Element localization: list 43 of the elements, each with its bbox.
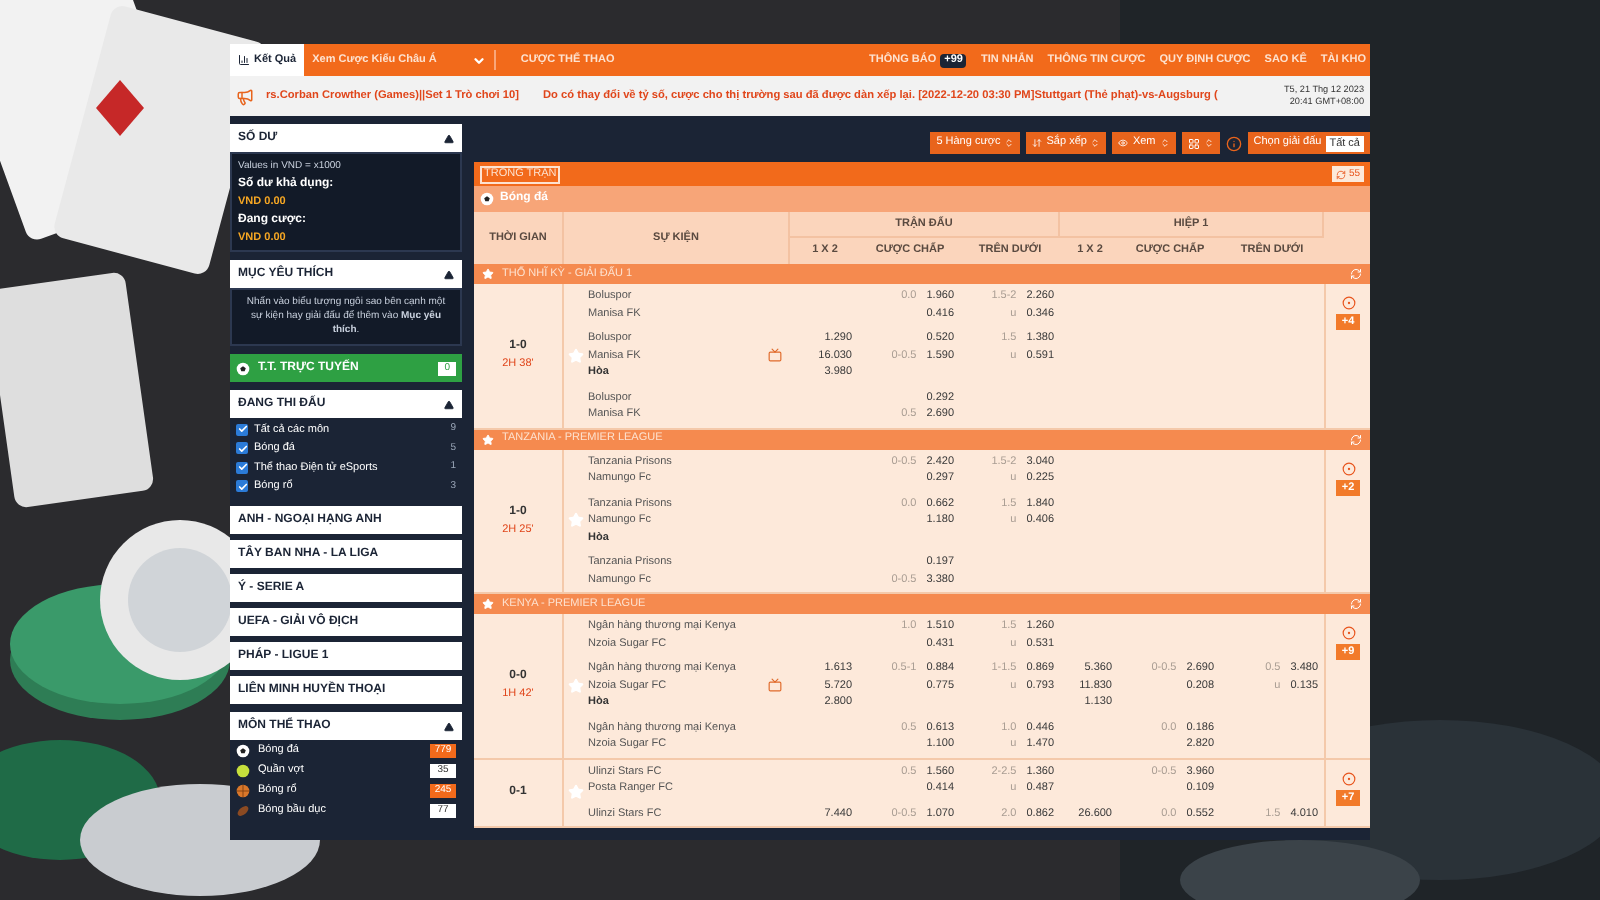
collapse-icon[interactable]: [444, 721, 454, 731]
chart-icon: [238, 54, 250, 66]
soccer-ball-icon: [236, 361, 250, 375]
layout-select[interactable]: [1181, 132, 1220, 154]
collapse-icon[interactable]: [444, 133, 454, 143]
chevrons-icon: [1159, 138, 1170, 148]
star-icon[interactable]: [482, 433, 494, 445]
tv-icon[interactable]: [768, 348, 782, 363]
star-icon[interactable]: [568, 784, 584, 801]
tennis-ball-icon: [236, 763, 250, 777]
info-icon[interactable]: [1225, 135, 1242, 151]
refresh-icon[interactable]: [1350, 433, 1362, 445]
star-icon[interactable]: [568, 677, 584, 694]
stats-icon[interactable]: [1341, 461, 1355, 475]
sort-icon: [1032, 138, 1043, 148]
caret-icon: [472, 53, 487, 67]
soccer-ball-icon: [480, 192, 494, 206]
collapse-icon[interactable]: [444, 399, 454, 409]
chevrons-icon: [1004, 138, 1015, 148]
checkbox[interactable]: [236, 442, 248, 455]
refresh-icon[interactable]: [1350, 268, 1362, 280]
star-icon[interactable]: [482, 598, 494, 610]
collapse-icon[interactable]: [444, 269, 454, 279]
basketball-icon: [236, 783, 250, 797]
football-icon: [236, 803, 250, 817]
checkbox[interactable]: [236, 480, 248, 493]
eye-icon: [1118, 138, 1129, 148]
tv-icon[interactable]: [768, 678, 782, 693]
star-icon[interactable]: [568, 347, 584, 364]
soccer-ball-icon: [236, 743, 250, 757]
checkbox[interactable]: [236, 423, 248, 436]
refresh-icon: [1336, 169, 1347, 179]
checkbox[interactable]: [236, 461, 248, 474]
stats-icon[interactable]: [1341, 626, 1355, 640]
star-icon[interactable]: [482, 268, 494, 280]
grid-icon: [1187, 137, 1200, 149]
stats-icon[interactable]: [1341, 296, 1355, 310]
chevrons-icon: [1090, 138, 1101, 148]
chevrons-icon: [1203, 138, 1214, 148]
stats-icon[interactable]: [1341, 771, 1355, 785]
megaphone-icon: [236, 87, 254, 105]
refresh-icon[interactable]: [1350, 598, 1362, 610]
star-icon[interactable]: [568, 512, 584, 529]
